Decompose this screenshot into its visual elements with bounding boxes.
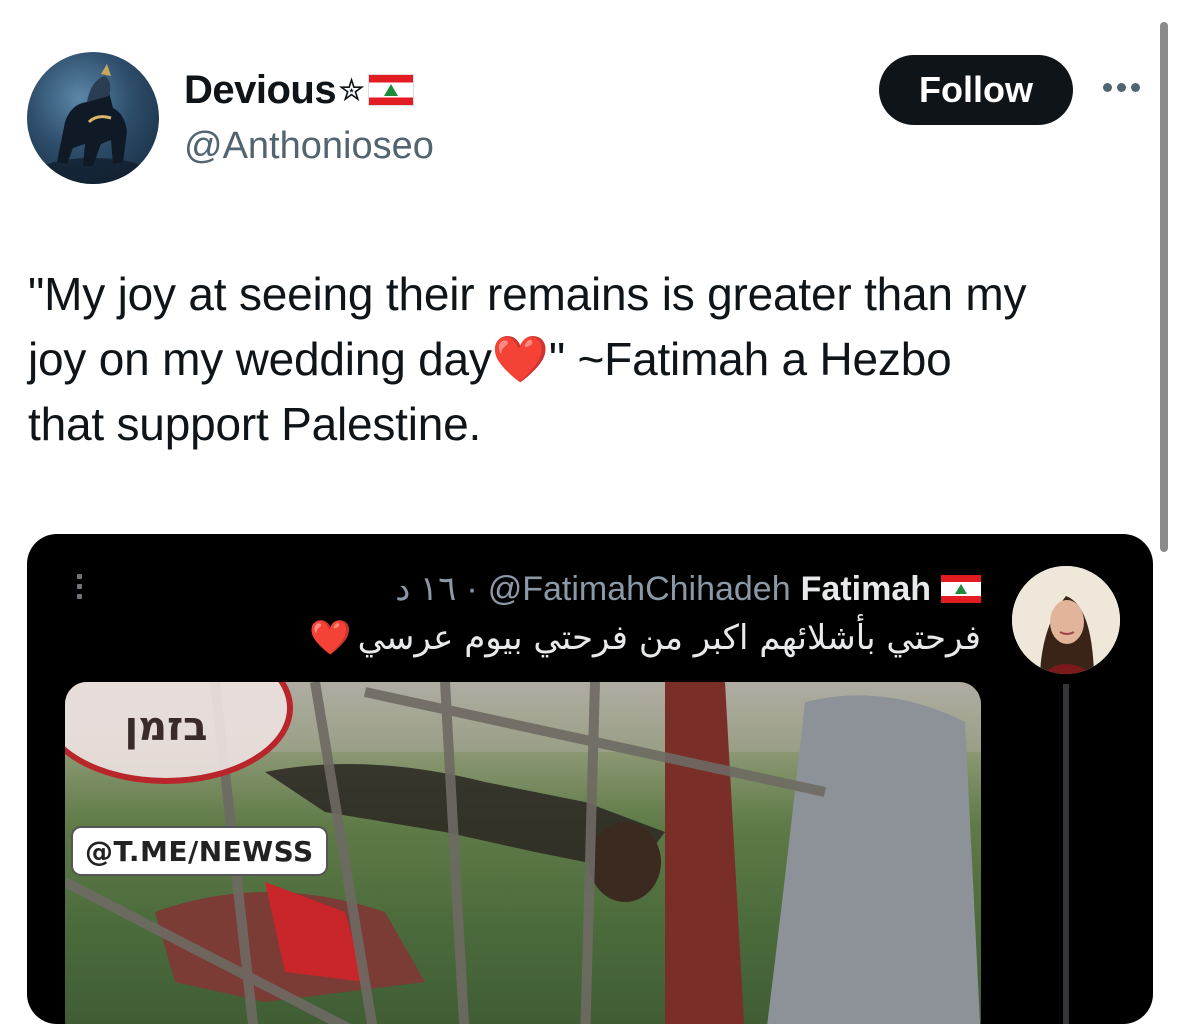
- lebanon-flag-icon: [368, 74, 415, 106]
- thread-line: [1063, 684, 1069, 1024]
- quoted-time: ١٦ د: [395, 570, 457, 608]
- author-avatar[interactable]: [27, 52, 159, 184]
- scrollbar[interactable]: [1160, 22, 1168, 552]
- red-heart-emoji: ❤️: [491, 333, 549, 385]
- tweet-text: "My joy at seeing their remains is great…: [28, 262, 1148, 457]
- quoted-separator: ·: [466, 569, 478, 608]
- quoted-tweet-header: ١٦ د · @FatimahChihadeh Fatimah: [395, 569, 981, 609]
- tweet-media-image[interactable]: ١٦ د · @FatimahChihadeh Fatimah فرحتي بأ…: [27, 534, 1153, 1024]
- watermark-label: @T.ME/NEWSS: [71, 826, 328, 876]
- lebanon-flag-icon: [941, 575, 981, 603]
- quoted-photo: בזמן @T.ME/NEWSS: [65, 682, 981, 1024]
- follow-button[interactable]: Follow: [879, 55, 1073, 125]
- quoted-author-avatar: [1012, 566, 1120, 674]
- red-heart-emoji: ❤️: [309, 618, 352, 658]
- author-display-name[interactable]: Devious ✮: [184, 64, 415, 116]
- badge-text: בזמן: [124, 704, 208, 750]
- quoted-name: Fatimah: [800, 569, 931, 608]
- star-icon: ✮: [338, 72, 365, 108]
- author-handle[interactable]: @Anthonioseo: [184, 122, 434, 170]
- more-horizontal-icon[interactable]: [1103, 83, 1140, 92]
- quoted-tweet-text: فرحتي بأشلائهم اكبر من فرحتي بيوم عرسي❤️: [309, 618, 981, 658]
- quoted-text: فرحتي بأشلائهم اكبر من فرحتي بيوم عرسي: [357, 618, 981, 658]
- quoted-handle: @FatimahChihadeh: [487, 569, 791, 608]
- display-name-text[interactable]: Devious: [184, 64, 337, 116]
- vertical-dots-icon: [77, 574, 82, 599]
